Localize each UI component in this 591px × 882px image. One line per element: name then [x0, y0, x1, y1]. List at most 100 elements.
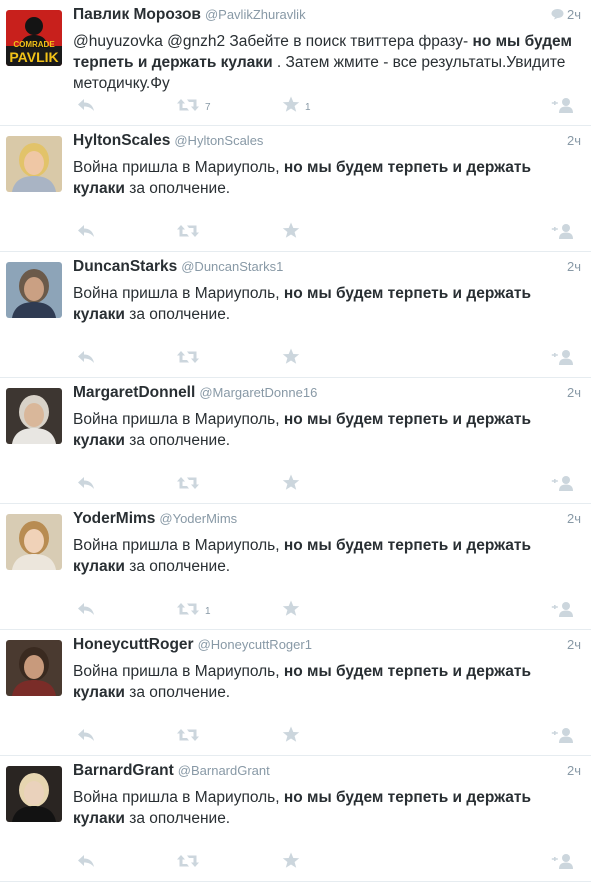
display-name[interactable]: MargaretDonnell: [73, 384, 195, 401]
avatar-image: [6, 136, 62, 192]
follow-button[interactable]: [551, 94, 575, 120]
display-name[interactable]: HoneycuttRoger: [73, 636, 194, 653]
display-name[interactable]: BarnardGrant: [73, 762, 174, 779]
reply-button[interactable]: [76, 724, 96, 750]
follow-button[interactable]: [551, 724, 575, 750]
tweet[interactable]: HyltonScales @HyltonScales 2ч Война пришл…: [0, 126, 591, 252]
star-icon: [282, 600, 300, 622]
follow-button[interactable]: [551, 598, 575, 624]
avatar[interactable]: [6, 262, 62, 318]
follow-icon: [551, 222, 575, 245]
follow-icon: [551, 600, 575, 623]
timestamp-label: 2ч: [566, 385, 581, 400]
star-icon: [282, 474, 300, 496]
avatar[interactable]: COMRADE PAVLIK: [6, 10, 62, 66]
text-segment: Война пришла в Мариуполь,: [73, 537, 284, 554]
avatar[interactable]: [6, 640, 62, 696]
display-name[interactable]: DuncanStarks: [73, 258, 177, 275]
follow-button[interactable]: [551, 472, 575, 498]
username[interactable]: @HoneycuttRoger1: [198, 637, 312, 652]
text-segment: Война пришла в Мариуполь,: [73, 411, 284, 428]
follow-button[interactable]: [551, 346, 575, 372]
retweet-button[interactable]: [176, 724, 205, 750]
star-icon: [282, 96, 300, 118]
follow-icon: [551, 348, 575, 371]
timestamp[interactable]: 2ч: [567, 259, 581, 274]
reply-icon: [76, 475, 96, 496]
reply-button[interactable]: [76, 346, 96, 372]
avatar[interactable]: [6, 766, 62, 822]
retweet-count: 7: [205, 101, 211, 113]
timestamp[interactable]: 2ч: [551, 7, 581, 22]
timestamp-label: 2ч: [566, 259, 581, 274]
favorite-button[interactable]: [282, 724, 305, 750]
avatar-image: [6, 514, 62, 570]
svg-text:COMRADE: COMRADE: [13, 40, 55, 49]
favorite-button[interactable]: [282, 220, 305, 246]
timestamp[interactable]: 2ч: [567, 637, 581, 652]
avatar-image: [6, 766, 62, 822]
tweet-actions: [73, 472, 581, 498]
retweet-button[interactable]: [176, 850, 205, 876]
timestamp[interactable]: 2ч: [567, 511, 581, 526]
avatar[interactable]: [6, 514, 62, 570]
username[interactable]: @MargaretDonne16: [199, 385, 317, 400]
follow-icon: [551, 474, 575, 497]
follow-button[interactable]: [551, 220, 575, 246]
follow-icon: [551, 96, 575, 119]
follow-button[interactable]: [551, 850, 575, 876]
reply-button[interactable]: [76, 850, 96, 876]
tweet[interactable]: HoneycuttRoger @HoneycuttRoger1 2ч Война …: [0, 630, 591, 756]
reply-button[interactable]: [76, 94, 96, 120]
reply-button[interactable]: [76, 472, 96, 498]
conversation-icon: [551, 7, 567, 22]
reply-icon: [76, 223, 96, 244]
tweet[interactable]: DuncanStarks @DuncanStarks1 2ч Война приш…: [0, 252, 591, 378]
timestamp-label: 2ч: [566, 763, 581, 778]
favorite-button[interactable]: [282, 850, 305, 876]
reply-button[interactable]: [76, 598, 96, 624]
retweet-icon: [176, 97, 200, 118]
svg-text:PAVLIK: PAVLIK: [9, 49, 58, 65]
retweet-button[interactable]: [176, 220, 205, 246]
username[interactable]: @BarnardGrant: [178, 763, 270, 778]
display-name[interactable]: Павлик Морозов: [73, 6, 201, 23]
retweet-button[interactable]: [176, 472, 205, 498]
avatar-image: [6, 388, 62, 444]
follow-icon: [551, 852, 575, 875]
favorite-button[interactable]: [282, 346, 305, 372]
retweet-button[interactable]: 7: [176, 94, 211, 120]
text-segment: за ополчение.: [124, 558, 231, 575]
timestamp-label: 2ч: [566, 133, 581, 148]
display-name[interactable]: HyltonScales: [73, 132, 170, 149]
tweet-header: BarnardGrant @BarnardGrant: [73, 762, 579, 784]
timestamp[interactable]: 2ч: [567, 385, 581, 400]
text-segment: за ополчение.: [124, 306, 231, 323]
display-name[interactable]: YoderMims: [73, 510, 155, 527]
timestamp[interactable]: 2ч: [567, 133, 581, 148]
avatar[interactable]: [6, 388, 62, 444]
username[interactable]: @HyltonScales: [174, 133, 263, 148]
username[interactable]: @YoderMims: [159, 511, 237, 526]
tweet-text: Война пришла в Мариуполь, но мы будем те…: [73, 283, 578, 325]
tweet[interactable]: MargaretDonnell @MargaretDonne16 2ч Война…: [0, 378, 591, 504]
tweet[interactable]: COMRADE PAVLIK Павлик Морозов @PavlikZhura…: [0, 0, 591, 126]
tweet-header: HoneycuttRoger @HoneycuttRoger1: [73, 636, 579, 658]
avatar[interactable]: [6, 136, 62, 192]
retweet-button[interactable]: [176, 346, 205, 372]
favorite-button[interactable]: 1: [282, 94, 311, 120]
retweet-icon: [176, 349, 200, 370]
tweet[interactable]: BarnardGrant @BarnardGrant 2ч Война пришл…: [0, 756, 591, 882]
text-segment: Война пришла в Мариуполь,: [73, 285, 284, 302]
username[interactable]: @PavlikZhuravlik: [205, 7, 306, 22]
star-icon: [282, 726, 300, 748]
tweet[interactable]: YoderMims @YoderMims 2ч Война пришла в Ма…: [0, 504, 591, 630]
retweet-button[interactable]: 1: [176, 598, 211, 624]
tweet-actions: [73, 850, 581, 876]
retweet-icon: [176, 601, 200, 622]
timestamp[interactable]: 2ч: [567, 763, 581, 778]
username[interactable]: @DuncanStarks1: [181, 259, 283, 274]
reply-button[interactable]: [76, 220, 96, 246]
favorite-button[interactable]: [282, 472, 305, 498]
favorite-button[interactable]: [282, 598, 305, 624]
